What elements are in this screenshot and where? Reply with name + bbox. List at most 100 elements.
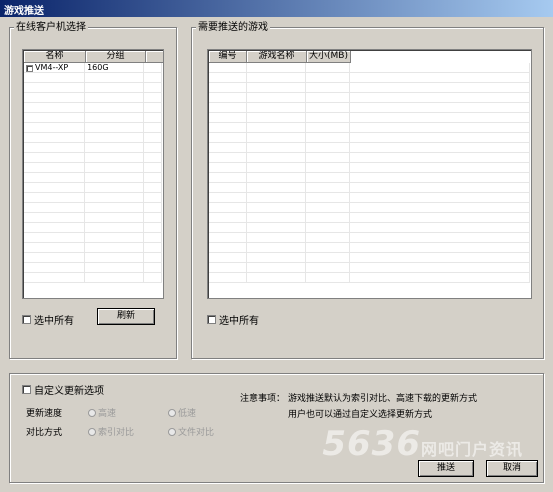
speed-high-radio-dot[interactable] [88,408,96,417]
custom-update-label: 自定义更新选项 [34,386,104,397]
compare-index-radio-dot[interactable] [88,427,96,436]
empty-cell [350,133,531,143]
client-checkbox[interactable] [26,64,33,72]
empty-cell [24,183,86,193]
empty-cell [247,173,307,183]
client-col-group[interactable]: 分组 [86,51,146,63]
compare-file-radio[interactable]: 文件对比 [168,425,214,438]
empty-cell [24,93,86,103]
empty-row [209,83,531,93]
empty-row [209,223,531,233]
empty-row [209,63,531,73]
empty-cell [306,123,351,133]
empty-cell [24,223,86,233]
empty-row [24,193,162,203]
empty-cell [306,243,351,253]
compare-index-radio[interactable]: 索引对比 [88,425,134,438]
empty-row [209,183,531,193]
empty-cell [306,273,351,283]
empty-row [24,243,162,253]
empty-cell [247,223,307,233]
refresh-button[interactable]: 刷新 [97,308,155,325]
client-select-group: 在线客户机选择 名称 分组 VM4--XP 160G 选中所有 刷新 [9,22,177,359]
game-col-size[interactable]: 大小(MB) [307,51,351,63]
empty-cell [209,73,247,83]
empty-row [24,83,162,93]
empty-row [209,263,531,273]
empty-cell [306,143,351,153]
speed-low-radio[interactable]: 低速 [168,406,196,419]
empty-cell [209,243,247,253]
empty-cell [24,103,86,113]
empty-row [209,93,531,103]
empty-cell [144,133,162,143]
empty-cell [85,113,145,123]
empty-cell [144,253,162,263]
empty-cell [144,73,162,83]
client-list-body: VM4--XP 160G [24,63,162,297]
empty-cell [247,73,307,83]
client-select-all[interactable]: 选中所有 [22,312,74,327]
empty-row [209,103,531,113]
game-list[interactable]: 编号 游戏名称 大小(MB) [207,49,532,299]
speed-label: 更新速度 [26,409,63,419]
custom-update-option[interactable]: 自定义更新选项 [22,382,104,397]
empty-cell [209,83,247,93]
empty-row [24,163,162,173]
speed-low-label: 低速 [178,409,197,419]
game-list-body [209,63,531,297]
cancel-button[interactable]: 取消 [486,460,538,477]
client-list[interactable]: 名称 分组 VM4--XP 160G [22,49,164,299]
empty-cell [306,263,351,273]
empty-cell [350,273,531,283]
empty-cell [144,153,162,163]
empty-cell [350,113,531,123]
empty-cell [85,203,145,213]
empty-row [24,203,162,213]
game-select-all-checkbox[interactable] [207,315,216,324]
push-button[interactable]: 推送 [418,460,474,477]
empty-cell [247,143,307,153]
empty-cell [85,273,145,283]
empty-cell [209,163,247,173]
empty-row [24,123,162,133]
game-col-name[interactable]: 游戏名称 [247,51,307,63]
speed-low-radio-dot[interactable] [168,408,176,417]
speed-high-radio[interactable]: 高速 [88,406,116,419]
empty-cell [85,183,145,193]
game-select-all[interactable]: 选中所有 [207,312,259,327]
client-group-cell: 160G [85,63,145,73]
empty-cell [85,213,145,223]
empty-cell [144,173,162,183]
empty-cell [24,243,86,253]
empty-row [24,223,162,233]
empty-cell [247,93,307,103]
game-select-all-label: 选中所有 [219,316,259,327]
empty-cell [209,93,247,103]
empty-cell [306,103,351,113]
client-col-name[interactable]: 名称 [24,51,86,63]
window-title: 游戏推送 [4,6,44,17]
client-select-all-checkbox[interactable] [22,315,31,324]
client-col-extra[interactable] [146,51,163,63]
update-options-group: 自定义更新选项 更新速度 高速 低速 对比方式 索引对比 文件对比 注意事项： … [9,373,544,483]
empty-cell [85,233,145,243]
empty-row [24,93,162,103]
empty-cell [24,203,86,213]
empty-cell [209,263,247,273]
empty-row [209,173,531,183]
empty-cell [144,183,162,193]
client-extra-cell [144,63,162,73]
compare-file-radio-dot[interactable] [168,427,176,436]
empty-cell [24,143,86,153]
custom-update-checkbox[interactable] [22,385,31,394]
empty-row [209,233,531,243]
empty-row [209,243,531,253]
table-row[interactable]: VM4--XP 160G [24,63,162,73]
game-col-id[interactable]: 编号 [209,51,247,63]
empty-cell [144,243,162,253]
empty-cell [209,173,247,183]
empty-cell [24,73,86,83]
empty-cell [24,273,86,283]
empty-row [24,173,162,183]
